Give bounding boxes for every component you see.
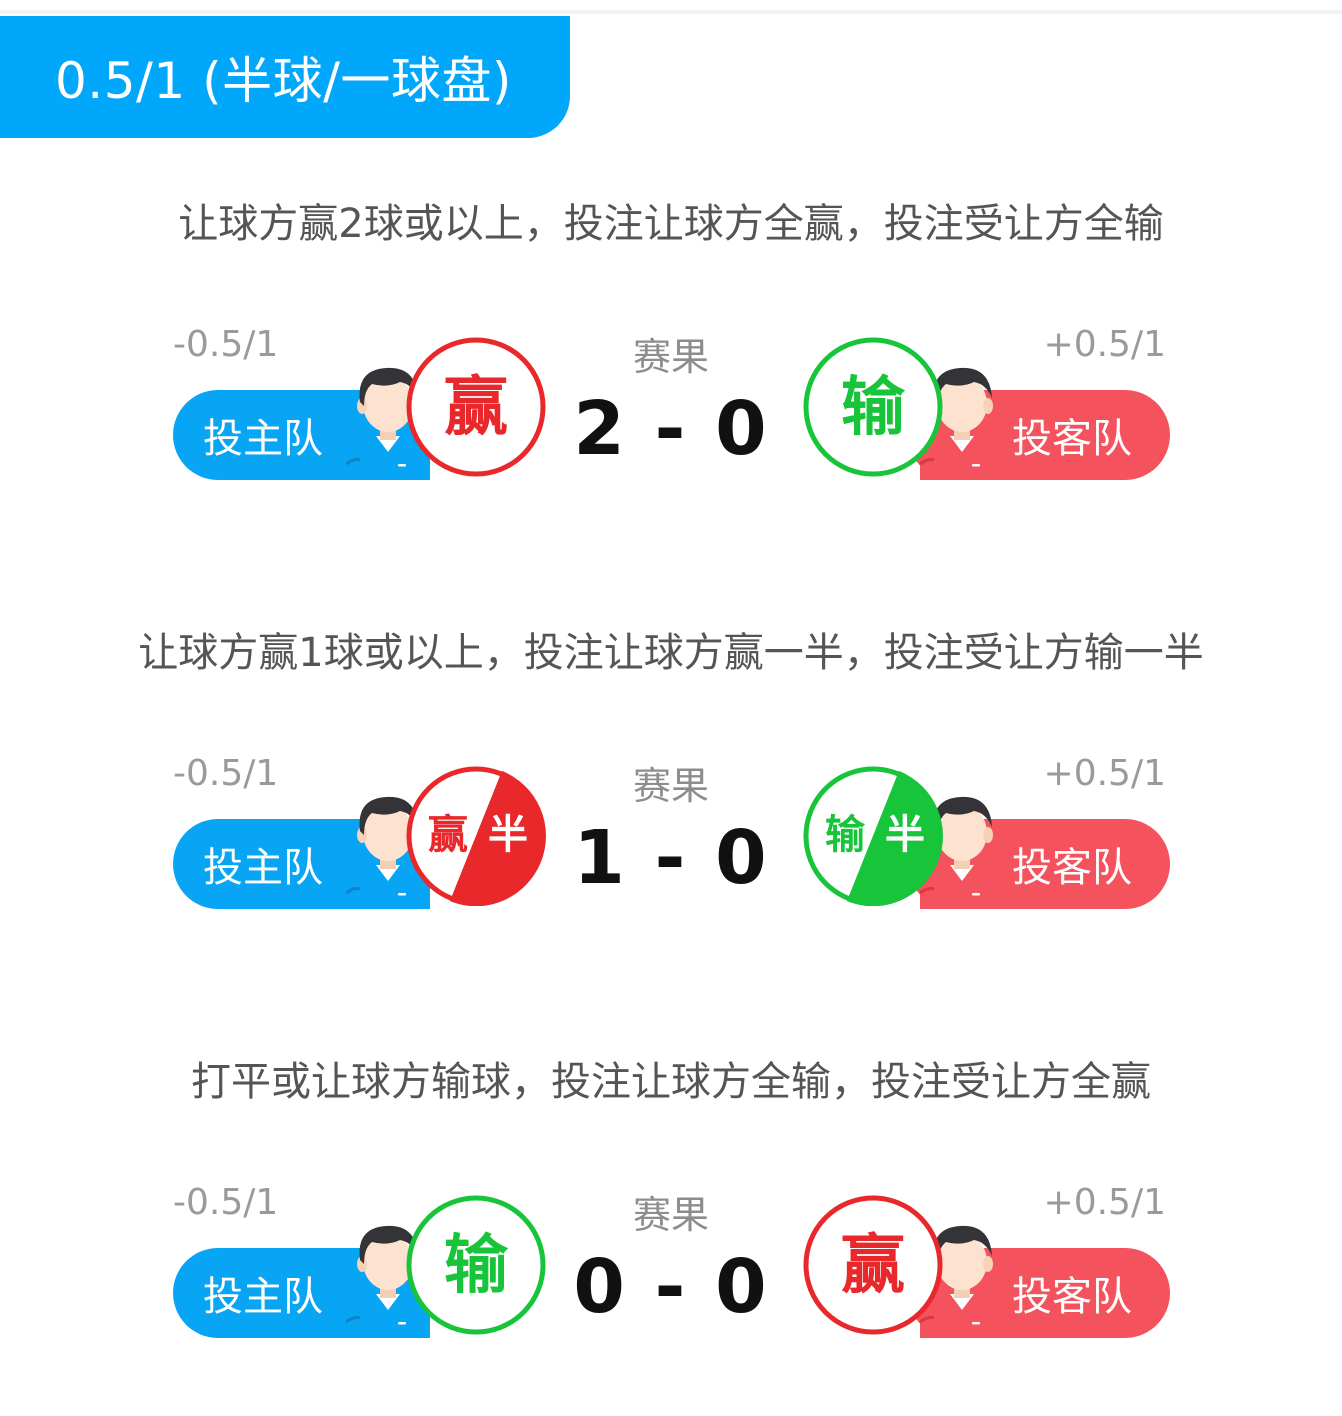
outcome-description: 让球方赢2球或以上，投注让球方全赢，投注受让方全输 (178, 201, 1164, 247)
home-outcome-badge: 赢半 (406, 766, 546, 906)
bet-away-label: 投客队 (1012, 1274, 1132, 1320)
away-outcome-badge: 输半 (803, 766, 943, 906)
outcome-label: 输 (444, 1229, 509, 1303)
page-title: 0.5/1 (半球/一球盘) (55, 52, 512, 110)
avatar-pocket (398, 1322, 406, 1325)
avatar-pocket (398, 464, 406, 467)
outcome-section: 让球方赢2球或以上，投注让球方全赢，投注受让方全输 -0.5/1 +0.5/1 … (0, 198, 1342, 618)
result-label: 赛果 (632, 764, 709, 808)
handicap-title-tab: 0.5/1 (半球/一球盘) (0, 16, 570, 138)
outcome-label: 赢 (428, 812, 468, 858)
avatar-ear (983, 1256, 993, 1272)
bet-home-label: 投主队 (203, 1274, 323, 1320)
bet-away-label: 投客队 (1012, 416, 1132, 462)
outcome-label: 赢 (444, 371, 508, 445)
outcome-section: 让球方赢1球或以上，投注让球方赢一半，投注受让方输一半 -0.5/1 +0.5/… (0, 627, 1342, 1047)
avatar-ear (983, 398, 993, 414)
avatar-pocket (398, 893, 406, 896)
home-outcome-badge: 赢 (406, 337, 546, 477)
outcome-half-label: 半 (885, 812, 925, 858)
away-outcome-badge: 输 (803, 337, 943, 477)
bet-home-label: 投主队 (203, 416, 323, 462)
outcome-description: 让球方赢1球或以上，投注让球方赢一半，投注受让方输一半 (138, 630, 1204, 676)
outcome-description: 打平或让球方输球，投注让球方全输，投注受让方全赢 (191, 1059, 1151, 1105)
outcome-label: 输 (825, 812, 866, 858)
result-label: 赛果 (632, 1193, 709, 1237)
outcome-section: 打平或让球方输球，投注让球方全输，投注受让方全赢 -0.5/1 +0.5/1 赛… (0, 1056, 1342, 1416)
home-outcome-badge: 输 (406, 1195, 546, 1335)
outcome-label: 赢 (841, 1229, 905, 1303)
top-divider (0, 10, 1342, 14)
outcome-half-label: 半 (488, 812, 528, 858)
bet-home-label: 投主队 (203, 845, 323, 891)
avatar-pocket (972, 464, 980, 467)
avatar-pocket (972, 1322, 980, 1325)
avatar-pocket (972, 893, 980, 896)
avatar-ear (983, 827, 993, 843)
bet-away-label: 投客队 (1012, 845, 1132, 891)
result-label: 赛果 (632, 335, 709, 379)
outcome-label: 输 (841, 371, 906, 445)
away-outcome-badge: 赢 (803, 1195, 943, 1335)
